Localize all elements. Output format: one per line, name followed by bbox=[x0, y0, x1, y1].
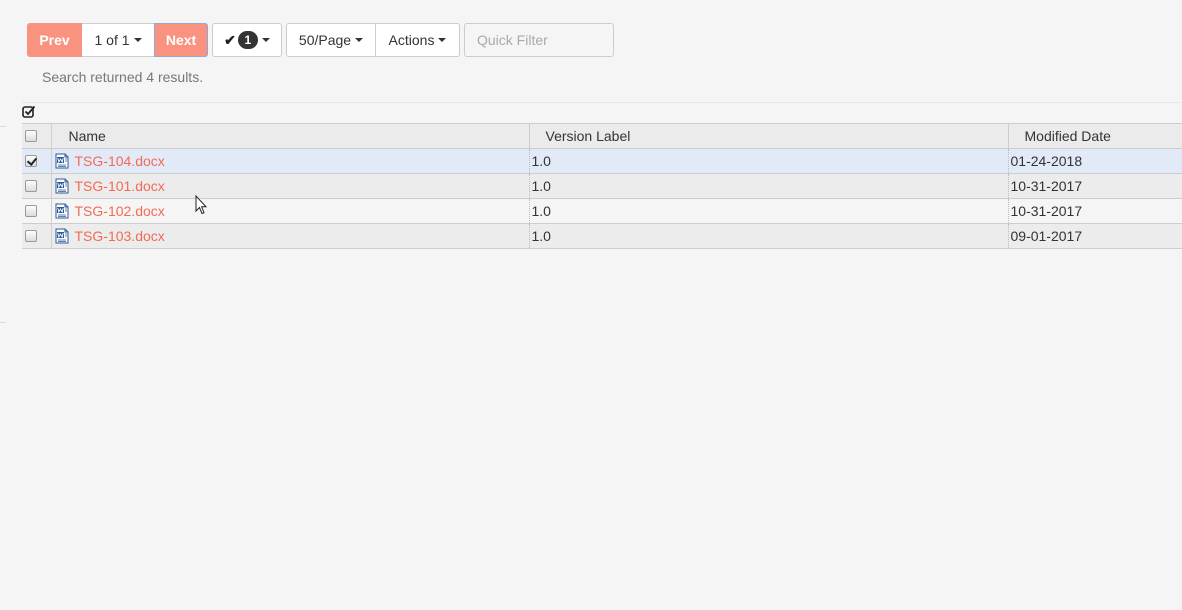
chevron-down-icon bbox=[133, 38, 142, 42]
row-checkbox[interactable] bbox=[25, 155, 37, 167]
modified-date-cell: 10-31-2017 bbox=[1008, 198, 1182, 224]
next-button-label: Next bbox=[165, 32, 197, 48]
word-doc-icon bbox=[55, 203, 68, 219]
row-checkbox[interactable] bbox=[25, 230, 37, 242]
file-link[interactable]: TSG-102.docx bbox=[75, 203, 165, 219]
table-row[interactable]: TSG-103.docx 1.0 09-01-2017 bbox=[22, 223, 1182, 249]
mouse-pointer-icon bbox=[195, 195, 207, 215]
page-select-label: 1 of 1 bbox=[94, 32, 130, 48]
version-cell: 1.0 bbox=[529, 198, 1009, 224]
name-cell: TSG-102.docx bbox=[51, 198, 530, 224]
file-link[interactable]: TSG-101.docx bbox=[75, 178, 165, 194]
chevron-down-icon bbox=[261, 38, 270, 42]
prev-button[interactable]: Prev bbox=[27, 23, 82, 57]
row-checkbox-cell bbox=[22, 148, 52, 174]
next-button[interactable]: Next bbox=[154, 23, 208, 57]
row-checkbox-cell bbox=[22, 173, 52, 199]
column-header-modified[interactable]: Modified Date bbox=[1008, 123, 1182, 149]
version-cell: 1.0 bbox=[529, 223, 1009, 249]
row-checkbox-cell bbox=[22, 198, 52, 224]
version-cell: 1.0 bbox=[529, 148, 1009, 174]
name-cell: TSG-101.docx bbox=[51, 173, 530, 199]
select-all-checkbox-icon[interactable] bbox=[22, 105, 36, 119]
file-link[interactable]: TSG-104.docx bbox=[75, 153, 165, 169]
modified-date-cell: 01-24-2018 bbox=[1008, 148, 1182, 174]
divider bbox=[22, 102, 1182, 103]
prev-button-label: Prev bbox=[39, 32, 70, 48]
page-select-button[interactable]: 1 of 1 bbox=[82, 23, 154, 57]
checkmark-icon: ✔ bbox=[224, 31, 236, 48]
modified-date-cell: 10-31-2017 bbox=[1008, 173, 1182, 199]
modified-date-cell: 09-01-2017 bbox=[1008, 223, 1182, 249]
row-checkbox[interactable] bbox=[25, 180, 37, 192]
per-page-button[interactable]: 50/Page bbox=[286, 23, 376, 57]
table-row[interactable]: TSG-104.docx 1.0 01-24-2018 bbox=[22, 148, 1182, 174]
results-table: Name Version Label Modified Date TSG-104… bbox=[22, 123, 1182, 249]
word-doc-icon bbox=[55, 228, 68, 244]
word-doc-icon bbox=[55, 178, 68, 194]
divider bbox=[0, 322, 6, 323]
chevron-down-icon bbox=[438, 38, 447, 42]
word-doc-icon bbox=[55, 153, 68, 169]
pager-toolbar: Prev 1 of 1 Next ✔ 1 50/Page Actions bbox=[27, 23, 460, 57]
file-link[interactable]: TSG-103.docx bbox=[75, 228, 165, 244]
name-cell: TSG-103.docx bbox=[51, 223, 530, 249]
quick-filter-input[interactable] bbox=[464, 23, 614, 57]
table-header-row: Name Version Label Modified Date bbox=[22, 123, 1182, 149]
name-cell: TSG-104.docx bbox=[51, 148, 530, 174]
selected-count-badge: 1 bbox=[237, 31, 258, 49]
per-page-label: 50/Page bbox=[298, 32, 352, 48]
result-count-text: Search returned 4 results. bbox=[42, 69, 204, 85]
row-checkbox-cell bbox=[22, 223, 52, 249]
header-checkbox-cell bbox=[22, 123, 52, 149]
column-header-name[interactable]: Name bbox=[51, 123, 530, 149]
version-cell: 1.0 bbox=[529, 173, 1009, 199]
chevron-down-icon bbox=[355, 38, 364, 42]
actions-label: Actions bbox=[388, 32, 435, 48]
selection-dropdown-button[interactable]: ✔ 1 bbox=[212, 23, 282, 57]
actions-button[interactable]: Actions bbox=[376, 23, 460, 57]
column-header-version[interactable]: Version Label bbox=[529, 123, 1009, 149]
row-checkbox[interactable] bbox=[25, 205, 37, 217]
header-checkbox[interactable] bbox=[25, 130, 37, 142]
divider bbox=[0, 126, 6, 127]
